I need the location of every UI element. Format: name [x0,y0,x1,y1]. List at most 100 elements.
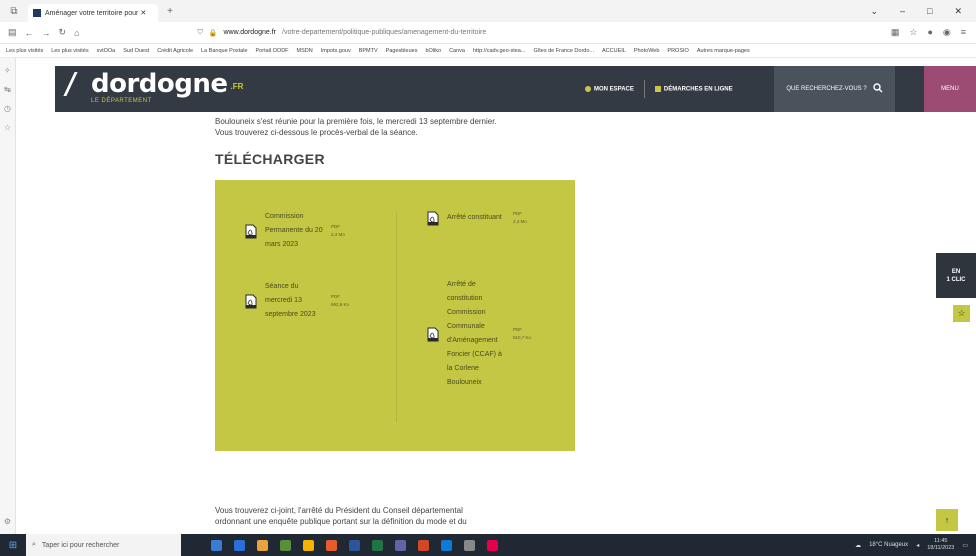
back-icon[interactable]: ← [25,28,34,38]
logo-word: dordogne [91,69,228,99]
bookmarks-icon[interactable]: ✧ [4,66,11,75]
bookmark-item[interactable]: Les plus visités [51,48,88,54]
notification-icon[interactable]: ▭ [962,542,968,549]
menu-label: MENU [941,86,959,92]
file-size: 2,4 Mo [331,232,345,237]
download-item[interactable]: Arrêté de constitution Commission Commun… [427,278,531,390]
bookmark-item[interactable]: Impots.gouv [321,48,351,54]
settings-icon[interactable]: ⚙ [4,517,11,526]
new-tab-icon[interactable]: + [162,6,178,17]
site-search[interactable]: QUE RECHERCHEZ-VOUS ? [774,66,895,112]
speaker-icon[interactable]: ◂ [916,542,919,549]
bookmark-item[interactable]: Crédit Agricole [157,48,193,54]
menu-button[interactable]: MENU [924,66,976,112]
close-icon[interactable]: ✕ [954,6,962,17]
file-type: PDF [331,224,340,229]
bookmark-item[interactable]: http://cadv.geo-stea... [473,48,525,54]
bookmark-item[interactable]: PROSIO [667,48,688,54]
mail-icon[interactable] [441,539,452,551]
en-1-clic-button[interactable]: EN 1 CLIC [936,253,976,298]
download-item[interactable]: Arrêté constituant PDF 2,4 Mo [427,210,527,226]
download-heading: TÉLÉCHARGER [215,151,325,167]
word-icon[interactable] [349,539,360,551]
intro-text: Boulouneix s'est réunie pour la première… [215,116,575,138]
back-to-top-button[interactable]: ↑ [936,509,958,531]
acrobat-icon[interactable] [487,539,498,551]
chevron-down-icon[interactable]: ⌄ [870,6,878,17]
edge-icon[interactable] [280,539,291,551]
site-logo[interactable]: dordogne .FR LE DÉPARTEMENT [67,69,244,104]
search-icon: ⌕ [32,541,36,548]
bookmark-item[interactable]: La Banque Postale [201,48,247,54]
pdf-icon [245,294,257,309]
download-name: Commission Permanente du 20 mars 2023 [265,213,323,248]
shield-icon: ⛉ [197,28,203,36]
file-size: 510,7 Ko [513,335,532,340]
teams-icon[interactable] [395,539,406,551]
app-icon[interactable] [464,539,475,551]
account-icon[interactable]: ◉ [943,27,951,38]
weather-text[interactable]: 18°C Nuageux [869,542,908,548]
star-icon[interactable]: ☆ [909,27,917,38]
clock[interactable]: 11:45 18/11/2023 [927,538,954,552]
reader-icon[interactable]: ▦ [891,27,900,38]
history-icon[interactable]: ↹ [4,85,11,94]
bottom-line-1: Vous trouverez ci-joint, l'arrêté du Pré… [215,506,463,515]
sidebar-toggle-icon[interactable]: ▤ [8,27,17,38]
outlook-icon[interactable] [234,539,245,551]
window-menu-icon[interactable]: ⧉ [0,6,28,17]
menu-icon[interactable]: ≡ [961,27,966,38]
logo-subtitle: LE DÉPARTEMENT [91,98,152,104]
star-icon[interactable]: ☆ [4,123,11,132]
chrome-icon[interactable] [303,539,314,551]
bookmark-item[interactable]: Gîtes de France Dordo... [533,48,594,54]
nav-demarches[interactable]: DÉMARCHES EN LIGNE [654,85,733,93]
bookmark-item[interactable]: Pagesbleues [386,48,418,54]
url-field[interactable]: ⛉ 🔒 www.dordogne.fr /votre-departement/p… [198,25,758,41]
favorite-button[interactable]: ☆ [953,305,970,322]
bookmark-item[interactable]: svtOOa [97,48,116,54]
taskbar-apps [211,539,498,551]
reload-icon[interactable]: ↻ [59,27,67,38]
maximize-icon[interactable]: □ [927,6,932,17]
bookmark-item[interactable]: Autres marque-pages [697,48,750,54]
clock-icon[interactable]: ◷ [4,104,11,113]
extension-icon[interactable]: ● [927,27,932,38]
file-explorer-icon[interactable] [257,539,268,551]
forward-icon[interactable]: → [42,28,51,38]
logo-fr: .FR [230,82,244,91]
bookmark-item[interactable]: BPMTV [359,48,378,54]
bookmark-item[interactable]: Sud Ouest [123,48,149,54]
excel-icon[interactable] [372,539,383,551]
bookmark-item[interactable]: Les plus visités [6,48,43,54]
task-view-icon[interactable] [211,539,222,551]
windows-start-icon[interactable]: ⊞ [0,540,26,551]
download-item[interactable]: Séance du mercredi 13 septembre 2023 PDF… [245,280,349,322]
favicon-icon [33,9,41,17]
site-header: dordogne .FR LE DÉPARTEMENT MON ESPACE D… [55,66,976,112]
taskbar-search-placeholder: Taper ici pour rechercher [41,541,120,549]
bookmark-item[interactable]: PhotoWeb [634,48,660,54]
bookmark-item[interactable]: Canva [449,48,465,54]
bookmark-item[interactable]: MSDN [297,48,313,54]
taskbar-search[interactable]: ⌕ Taper ici pour rechercher [26,534,181,556]
bottom-line-2: ordonnant une enquête publique portant s… [215,517,467,526]
bookmark-item[interactable]: bOliko [425,48,441,54]
firefox-icon[interactable] [326,539,337,551]
bookmark-item[interactable]: Portail OODF [256,48,289,54]
minimize-icon[interactable]: – [900,6,905,17]
bookmark-item[interactable]: ACCUEIL [602,48,626,54]
pdf-icon [245,224,257,239]
powerpoint-icon[interactable] [418,539,429,551]
search-icon [872,83,883,95]
nav-mon-espace[interactable]: MON ESPACE [585,85,634,92]
download-item[interactable]: Commission Permanente du 20 mars 2023 PD… [245,210,345,252]
system-tray: ☁ 18°C Nuageux ◂ 11:45 18/11/2023 ▭ [855,538,976,552]
document-icon [654,85,661,92]
browser-tab[interactable]: Aménager votre territoire pour ✕ [28,4,158,22]
home-icon[interactable]: ⌂ [74,28,79,38]
cloud-icon[interactable]: ☁ [855,542,861,549]
lock-icon: 🔒 [208,29,218,37]
nav-demarches-label: DÉMARCHES EN LIGNE [663,86,733,93]
address-bar: ▤ ← → ↻ ⌂ ⛉ 🔒 www.dordogne.fr /votre-dep… [0,22,976,44]
